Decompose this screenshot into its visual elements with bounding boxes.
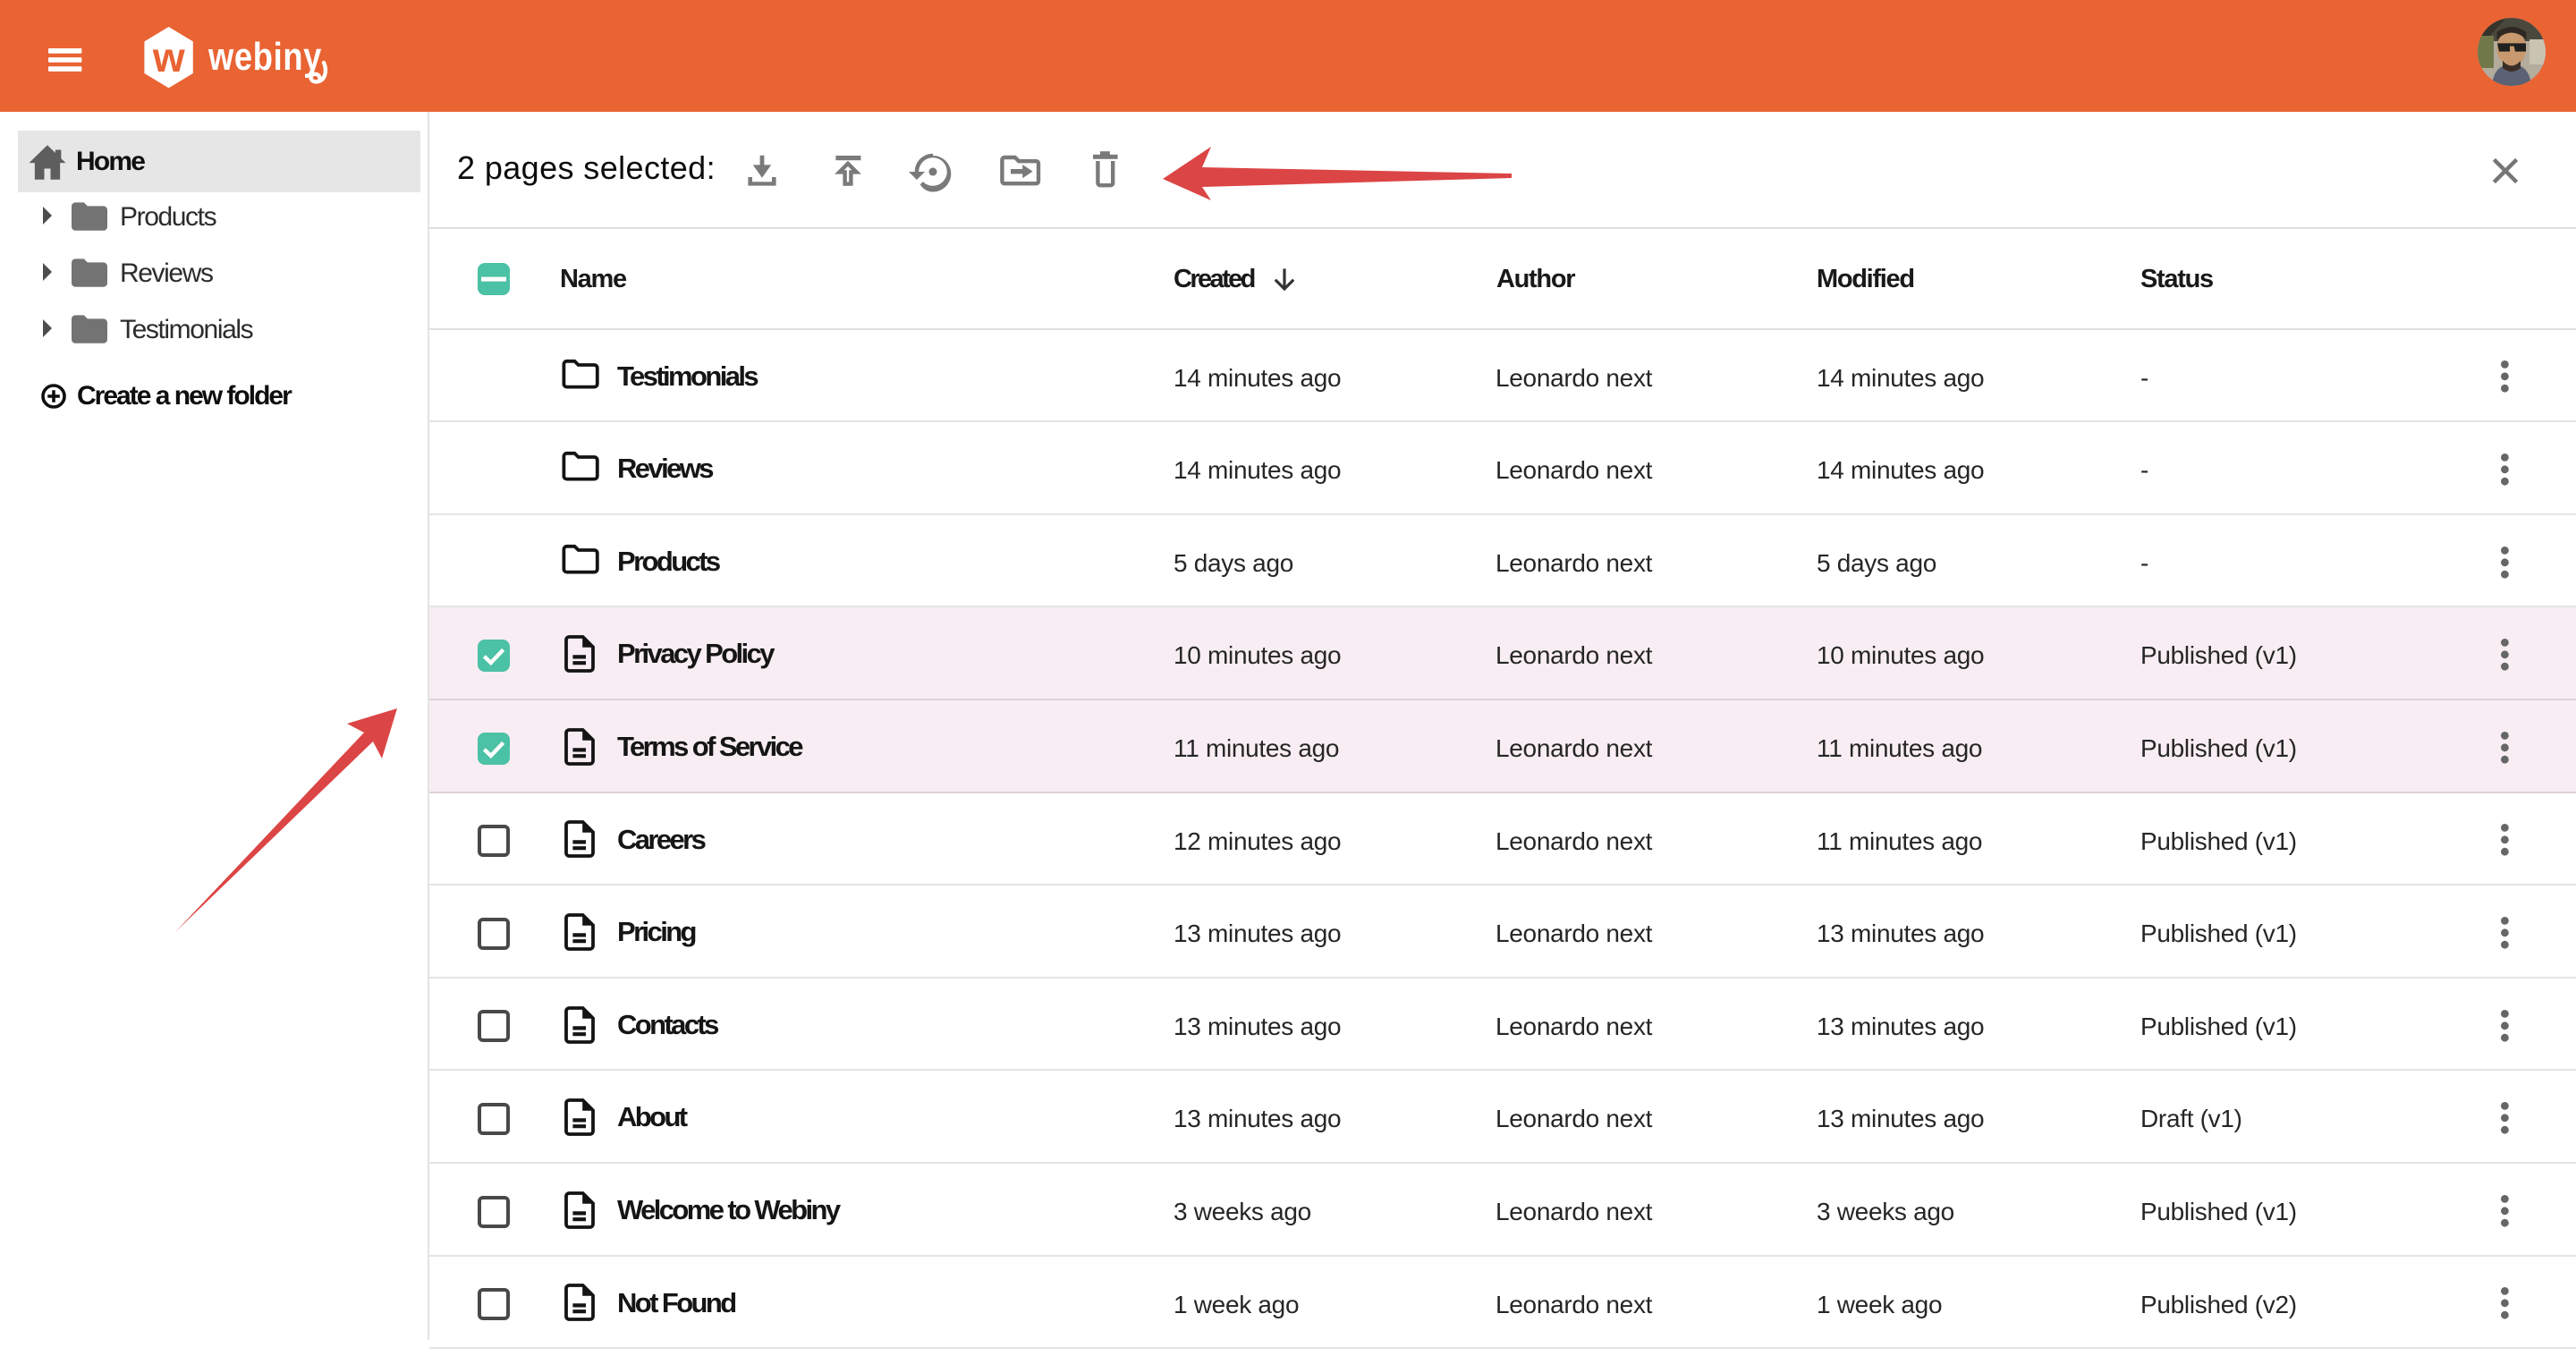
svg-text:w: w	[152, 33, 185, 80]
